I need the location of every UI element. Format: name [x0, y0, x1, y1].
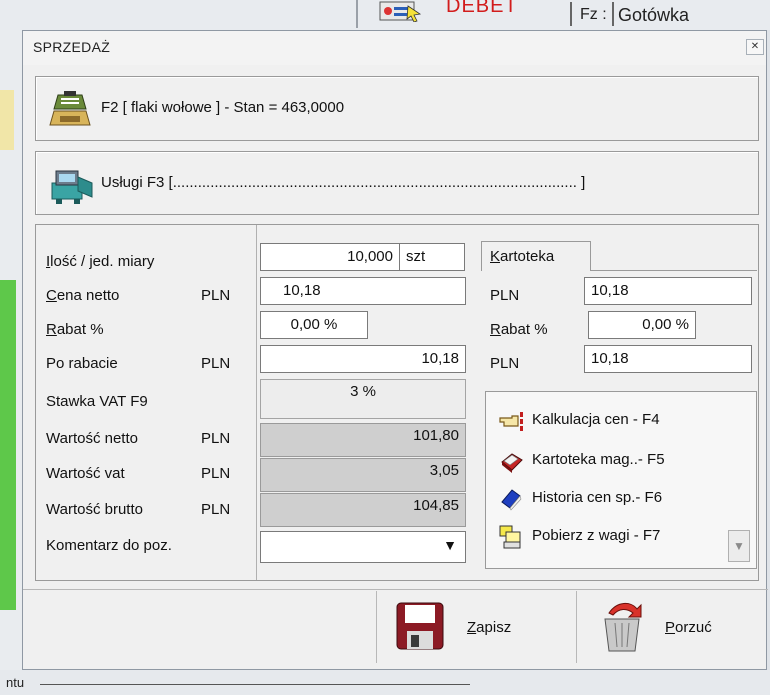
- cancel-button-label: Porzuć: [665, 619, 712, 636]
- debet-label: DEBET: [446, 0, 518, 17]
- background-separator: [570, 2, 572, 26]
- net-price-field[interactable]: 10,18: [260, 277, 466, 305]
- vat-rate-field[interactable]: 3 %: [260, 379, 466, 419]
- gross-total-field: 104,85: [260, 493, 466, 527]
- background-green-strip: [0, 280, 16, 610]
- chevron-down-icon: ▼: [443, 537, 457, 553]
- close-button[interactable]: ✕: [746, 39, 764, 55]
- gross-total-label: Wartość brutto: [46, 501, 143, 518]
- kartoteka-after-field[interactable]: 10,18: [584, 345, 752, 373]
- column-divider: [256, 225, 257, 580]
- background-separator: [356, 0, 358, 28]
- services-icon: [51, 170, 93, 204]
- save-button[interactable]: Zapisz: [376, 591, 576, 663]
- dialog-titlebar[interactable]: SPRZEDAŻ ✕: [23, 31, 766, 65]
- product-bar[interactable]: F2 [ flaki wołowe ] - Stan = 463,0000: [35, 76, 759, 141]
- discount-field[interactable]: 0,00 %: [260, 311, 368, 339]
- debet-icon: [379, 1, 422, 22]
- services-bar[interactable]: Usługi F3 [.............................…: [35, 151, 759, 215]
- dialog-title: SPRZEDAŻ: [33, 39, 111, 55]
- comment-label: Komentarz do poz.: [46, 537, 172, 554]
- kartoteka-discount-field[interactable]: 0,00 %: [588, 311, 696, 339]
- trash-bin-icon: [604, 603, 642, 652]
- tab-kartoteka-label: Kartoteka: [490, 248, 555, 265]
- vat-total-label: Wartość vat: [46, 465, 125, 482]
- background-separator: [612, 2, 614, 26]
- comment-dropdown[interactable]: ▼: [260, 531, 466, 563]
- net-total-currency: PLN: [201, 430, 231, 447]
- after-discount-label: Po rabacie: [46, 355, 118, 372]
- kartoteka-discount-label: Rabat %: [490, 321, 548, 338]
- save-button-label: Zapisz: [467, 619, 512, 636]
- tab-kartoteka[interactable]: Kartoteka: [481, 241, 591, 271]
- floppy-disk-icon: [396, 602, 444, 650]
- pointing-hand-icon: [499, 412, 523, 431]
- action-price-calculation-label: Kalkulacja cen - F4: [532, 411, 660, 428]
- quantity-field[interactable]: 10,000: [260, 243, 400, 271]
- kartoteka-price-field[interactable]: 10,18: [584, 277, 752, 305]
- tab-underline: [591, 270, 757, 271]
- footer-divider: [23, 589, 768, 590]
- net-total-field: 101,80: [260, 423, 466, 457]
- gross-total-currency: PLN: [201, 501, 231, 518]
- blue-diamond-icon: [501, 489, 522, 511]
- red-box-icon: [501, 453, 523, 473]
- net-price-label: Cena netto: [46, 287, 120, 304]
- sale-dialog: SPRZEDAŻ ✕ F2 [ flaki wołowe ] - Stan = …: [22, 30, 768, 670]
- after-discount-currency: PLN: [201, 355, 231, 372]
- scale-icon: [499, 525, 521, 549]
- kartoteka-after-currency: PLN: [490, 355, 520, 372]
- scroll-down-button[interactable]: ▼: [728, 530, 750, 562]
- actions-list: Kalkulacja cen - F4 Kartoteka mag..- F5 …: [485, 391, 757, 569]
- services-info: Usługi F3 [.............................…: [101, 174, 586, 191]
- kartoteka-price-currency: PLN: [490, 287, 520, 304]
- quantity-label: Ilość / jed. miary: [46, 253, 155, 270]
- background-yellow-strip: [0, 90, 14, 150]
- vat-rate-label: Stawka VAT F9: [46, 393, 148, 410]
- payment-method-label: Gotówka: [618, 5, 690, 25]
- vat-total-field: 3,05: [260, 458, 466, 492]
- fz-label: Fz :: [580, 6, 607, 23]
- net-price-currency: PLN: [201, 287, 231, 304]
- background-bottom-text: ntu: [6, 675, 25, 690]
- background-line: [40, 684, 470, 685]
- unit-field[interactable]: szt: [399, 243, 465, 271]
- after-discount-field[interactable]: 10,18: [260, 345, 466, 373]
- action-get-from-scale-label: Pobierz z wagi - F7: [532, 527, 661, 544]
- cash-drawer-icon: [49, 91, 91, 126]
- background-bottom-panel: [0, 670, 770, 695]
- net-total-label: Wartość netto: [46, 430, 138, 447]
- cancel-button[interactable]: Porzuć: [576, 591, 766, 663]
- action-warehouse-card-label: Kartoteka mag..- F5: [532, 451, 665, 468]
- vat-total-currency: PLN: [201, 465, 231, 482]
- discount-label: Rabat %: [46, 321, 104, 338]
- product-info: F2 [ flaki wołowe ] - Stan = 463,0000: [101, 99, 345, 116]
- action-price-history-label: Historia cen sp.- F6: [532, 489, 663, 506]
